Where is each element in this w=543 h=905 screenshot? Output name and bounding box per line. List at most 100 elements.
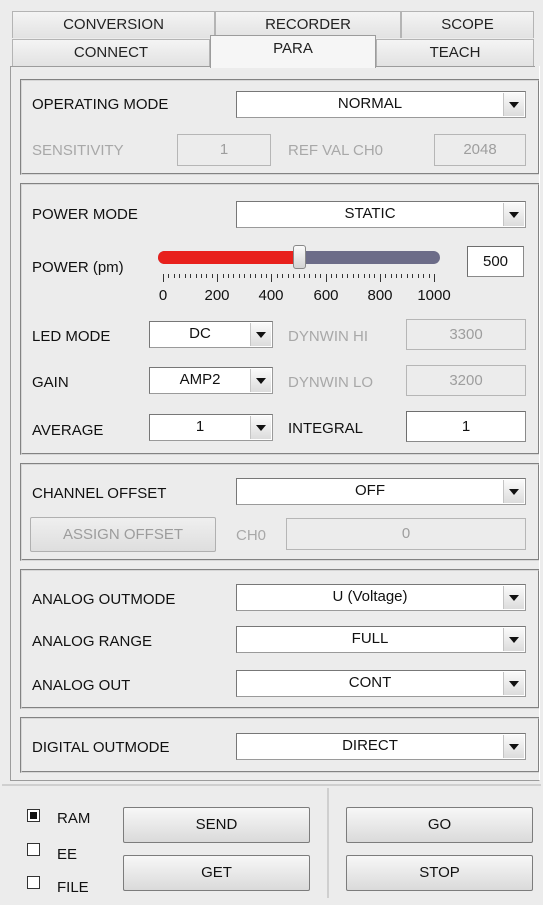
slider-tick xyxy=(358,274,360,278)
slider-tick-label: 600 xyxy=(313,287,339,304)
chevron-down-icon[interactable] xyxy=(503,735,524,758)
chevron-down-icon[interactable] xyxy=(503,672,524,695)
ch0-label: CH0 xyxy=(236,527,267,544)
analog-range-label: ANALOG RANGE xyxy=(32,633,153,650)
chevron-down-icon[interactable] xyxy=(250,323,271,346)
slider-tick xyxy=(352,274,354,278)
bottom-separator xyxy=(2,784,541,786)
slider-tick xyxy=(303,274,305,278)
stop-button[interactable]: STOP xyxy=(346,855,533,891)
slider-tick-label: 1000 xyxy=(417,287,451,304)
slider-tick xyxy=(282,274,284,278)
bottom-vertical-separator xyxy=(327,788,329,898)
gain-value: AMP2 xyxy=(179,371,221,388)
tab-conversion[interactable]: CONVERSION xyxy=(12,11,215,38)
integral-label: INTEGRAL xyxy=(288,420,364,437)
slider-tick xyxy=(228,274,230,278)
slider-tick xyxy=(423,274,425,278)
tab-para[interactable]: PARA xyxy=(210,35,376,68)
led-mode-label: LED MODE xyxy=(32,328,111,345)
chevron-down-icon[interactable] xyxy=(503,93,524,116)
tab-teach[interactable]: TEACH xyxy=(376,39,534,66)
slider-tick xyxy=(298,274,300,278)
slider-tick xyxy=(271,274,273,282)
slider-tick xyxy=(184,274,186,278)
power-mode-select[interactable]: STATIC xyxy=(236,201,526,228)
analog-range-select[interactable]: FULL xyxy=(236,626,526,653)
slider-tick xyxy=(206,274,208,278)
slider-tick xyxy=(434,274,435,282)
power-mode-label: POWER MODE xyxy=(32,206,138,223)
analog-outmode-select[interactable]: U (Voltage) xyxy=(236,584,526,611)
slider-tick xyxy=(249,274,251,278)
slider-tick-label: 0 xyxy=(158,287,168,304)
tab-connect[interactable]: CONNECT xyxy=(12,39,210,66)
go-button[interactable]: GO xyxy=(346,807,533,843)
chevron-down-icon[interactable] xyxy=(503,203,524,226)
slider-tick xyxy=(379,274,381,282)
led-mode-select[interactable]: DC xyxy=(149,321,273,348)
channel-offset-value: OFF xyxy=(355,482,385,499)
analog-out-label: ANALOG OUT xyxy=(32,677,131,694)
get-button[interactable]: GET xyxy=(123,855,310,891)
slider-tick xyxy=(428,274,430,278)
slider-tick xyxy=(260,274,262,278)
slider-tick xyxy=(385,274,387,278)
slider-tick xyxy=(173,274,175,278)
operating-mode-label: OPERATING MODE xyxy=(32,96,169,113)
ch0-field: 0 xyxy=(286,518,526,550)
digital-outmode-value: DIRECT xyxy=(342,737,398,754)
slider-tick xyxy=(401,274,403,278)
slider-tick xyxy=(244,274,246,278)
slider-tick xyxy=(222,274,224,278)
digital-outmode-select[interactable]: DIRECT xyxy=(236,733,526,760)
channel-offset-select[interactable]: OFF xyxy=(236,478,526,505)
tab-scope[interactable]: SCOPE xyxy=(401,11,534,38)
sensitivity-label: SENSITIVITY xyxy=(32,142,124,159)
analog-out-select[interactable]: CONT xyxy=(236,670,526,697)
chevron-down-icon[interactable] xyxy=(503,586,524,609)
chevron-down-icon[interactable] xyxy=(503,628,524,651)
analog-outmode-value: U (Voltage) xyxy=(332,588,408,605)
ee-checkbox[interactable] xyxy=(27,843,40,856)
power-value-field[interactable]: 500 xyxy=(467,246,524,277)
analog-outmode-label: ANALOG OUTMODE xyxy=(32,591,176,608)
slider-tick xyxy=(163,274,164,282)
slider-thumb[interactable] xyxy=(293,245,306,269)
gain-label: GAIN xyxy=(32,374,69,391)
slider-tick-label: 400 xyxy=(258,287,284,304)
ram-checkbox[interactable] xyxy=(27,809,40,822)
slider-tick xyxy=(412,274,414,278)
dynwin-hi-label: DYNWIN HI xyxy=(288,328,368,345)
digital-outmode-label: DIGITAL OUTMODE xyxy=(32,739,170,756)
chevron-down-icon[interactable] xyxy=(503,480,524,503)
assign-offset-button[interactable]: ASSIGN OFFSET xyxy=(30,517,216,552)
slider-tick xyxy=(309,274,311,278)
slider-tick xyxy=(417,274,419,278)
slider-tick xyxy=(276,274,278,278)
operating-mode-select[interactable]: NORMAL xyxy=(236,91,526,118)
slider-fill xyxy=(158,251,299,264)
slider-tick-label: 200 xyxy=(204,287,230,304)
slider-tick xyxy=(195,274,197,278)
power-label: POWER (pm) xyxy=(32,259,124,276)
slider-tick xyxy=(390,274,392,278)
dynwin-lo-label: DYNWIN LO xyxy=(288,374,374,391)
send-button[interactable]: SEND xyxy=(123,807,310,843)
slider-tick xyxy=(287,274,289,278)
chevron-down-icon[interactable] xyxy=(250,369,271,392)
file-label: FILE xyxy=(57,879,89,896)
dynwin-hi-field: 3300 xyxy=(406,319,526,350)
slider-tick xyxy=(255,274,257,278)
chevron-down-icon[interactable] xyxy=(250,416,271,439)
slider-tick xyxy=(368,274,370,278)
slider-tick xyxy=(374,274,376,278)
slider-tick xyxy=(238,274,240,278)
tab-recorder[interactable]: RECORDER xyxy=(215,11,401,38)
gain-select[interactable]: AMP2 xyxy=(149,367,273,394)
analog-range-value: FULL xyxy=(351,630,389,647)
average-select[interactable]: 1 xyxy=(149,414,273,441)
integral-field[interactable]: 1 xyxy=(406,411,526,442)
slider-tick xyxy=(331,274,333,278)
file-checkbox[interactable] xyxy=(27,876,40,889)
